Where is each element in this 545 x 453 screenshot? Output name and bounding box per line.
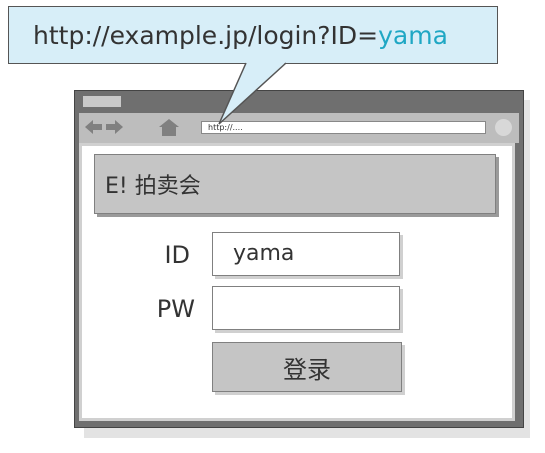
id-label: ID bbox=[164, 241, 190, 269]
password-input[interactable] bbox=[212, 286, 400, 330]
callout-pointer bbox=[218, 62, 287, 125]
pw-label: PW bbox=[156, 295, 195, 323]
login-button[interactable]: 登录 bbox=[212, 342, 402, 392]
id-input[interactable]: yama bbox=[212, 232, 400, 276]
browser-window: http://.... E! 拍卖会 ID yama PW 登录 bbox=[74, 90, 524, 428]
site-title: E! 拍卖会 bbox=[94, 154, 496, 214]
page-content: E! 拍卖会 ID yama PW 登录 bbox=[79, 143, 515, 421]
